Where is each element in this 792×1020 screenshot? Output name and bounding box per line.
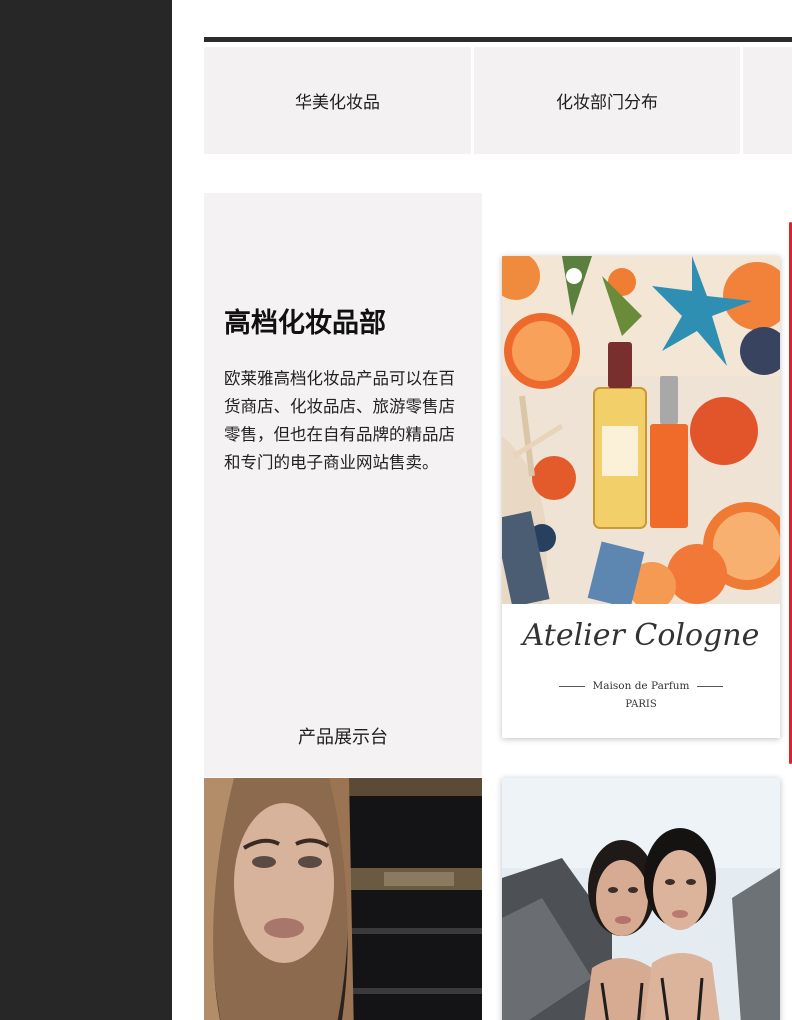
duo-models-card[interactable] (502, 778, 780, 1020)
divider (697, 685, 724, 687)
tab-label: 华美化妆品 (295, 93, 380, 113)
brand-logo-text: Atelier Cologne (522, 618, 760, 653)
divider (558, 685, 585, 687)
tab-huamei-cosmetics[interactable]: 华美化妆品 (204, 47, 471, 154)
tab-more[interactable] (743, 47, 792, 154)
left-rail (0, 0, 172, 1020)
tab-bar: 华美化妆品 化妆部门分布 (204, 37, 792, 154)
atelier-cologne-card[interactable]: Atelier Cologne Maison de Parfum PARIS (502, 256, 780, 738)
model-portrait-card[interactable] (204, 778, 482, 1020)
brand-city: PARIS (625, 699, 657, 710)
brand-subtitle-row: Maison de Parfum (502, 680, 780, 692)
brand-subtitle: Maison de Parfum (592, 680, 690, 692)
tab-label: 化妆部门分布 (556, 93, 658, 113)
duo-models-photo (502, 778, 780, 1020)
luxury-division-panel: 高档化妆品部 欧莱雅高档化妆品产品可以在百货商店、化妆品店、旅游零售店零售，但也… (204, 193, 482, 777)
model-portrait-photo (204, 778, 482, 1020)
main-content: 华美化妆品 化妆部门分布 高档化妆品部 欧莱雅高档化妆品产品可以在百货商店、化妆… (172, 0, 792, 1020)
section-title: 高档化妆品部 (224, 308, 386, 339)
atelier-cologne-photo (502, 256, 780, 604)
showcase-label[interactable]: 产品展示台 (204, 723, 482, 749)
section-description: 欧莱雅高档化妆品产品可以在百货商店、化妆品店、旅游零售店零售，但也在自有品牌的精… (224, 369, 455, 472)
tab-cosmetics-departments[interactable]: 化妆部门分布 (474, 47, 740, 154)
